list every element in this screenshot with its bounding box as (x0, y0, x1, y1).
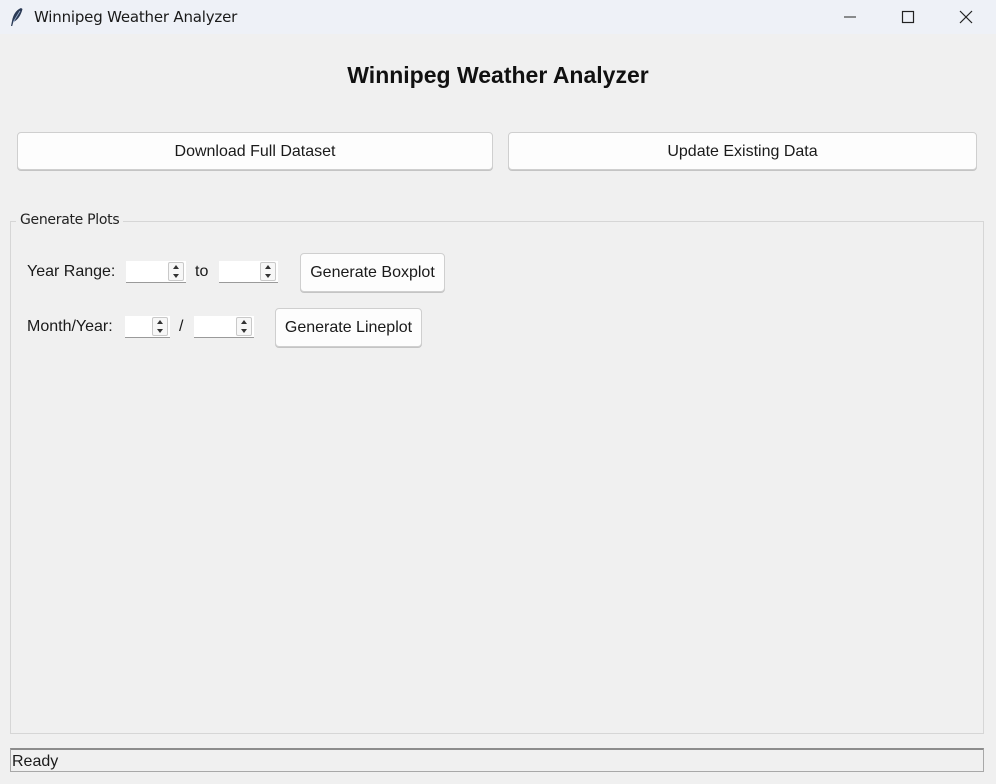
end-year-down-button[interactable] (261, 272, 275, 280)
generate-plots-group (10, 221, 984, 734)
start-year-spin-arrows (168, 262, 184, 281)
start-year-up-button[interactable] (169, 263, 183, 271)
end-year-up-button[interactable] (261, 263, 275, 271)
status-text: Ready (12, 753, 59, 770)
download-full-dataset-button[interactable]: Download Full Dataset (17, 132, 493, 170)
end-year-spin-arrows (260, 262, 276, 281)
arrow-up-icon (265, 265, 271, 269)
month-spin-arrows (152, 317, 168, 336)
close-icon (959, 10, 973, 24)
maximize-icon (901, 10, 915, 24)
slash-label: / (179, 318, 184, 335)
arrow-down-icon (173, 274, 179, 278)
generate-lineplot-button[interactable]: Generate Lineplot (275, 308, 422, 347)
month-down-button[interactable] (153, 327, 167, 335)
month-spinbox[interactable] (125, 316, 170, 338)
page-title: Winnipeg Weather Analyzer (347, 62, 649, 88)
year-spin-arrows (236, 317, 252, 336)
update-existing-data-button[interactable]: Update Existing Data (508, 132, 977, 170)
year-up-button[interactable] (237, 318, 251, 326)
arrow-down-icon (241, 329, 247, 333)
status-bar: Ready (10, 748, 984, 772)
month-up-button[interactable] (153, 318, 167, 326)
start-year-field[interactable] (126, 261, 168, 282)
feather-icon (9, 7, 25, 27)
window-title: Winnipeg Weather Analyzer (34, 8, 238, 26)
start-year-spinbox[interactable] (126, 261, 186, 283)
close-button[interactable] (937, 0, 995, 34)
minimize-icon (844, 16, 856, 18)
generate-boxplot-button[interactable]: Generate Boxplot (300, 253, 445, 292)
to-label: to (195, 263, 209, 280)
month-field[interactable] (125, 316, 152, 337)
maximize-button[interactable] (879, 0, 937, 34)
month-year-label: Month/Year: (27, 318, 113, 335)
minimize-button[interactable] (821, 0, 879, 34)
start-year-down-button[interactable] (169, 272, 183, 280)
year-field[interactable] (194, 316, 236, 337)
year-range-label: Year Range: (27, 263, 116, 280)
arrow-up-icon (241, 320, 247, 324)
title-bar: Winnipeg Weather Analyzer (0, 0, 996, 34)
arrow-up-icon (157, 320, 163, 324)
arrow-down-icon (265, 274, 271, 278)
arrow-down-icon (157, 329, 163, 333)
year-down-button[interactable] (237, 327, 251, 335)
generate-plots-label: Generate Plots (16, 212, 124, 228)
year-spinbox[interactable] (194, 316, 254, 338)
end-year-field[interactable] (219, 261, 260, 282)
arrow-up-icon (173, 265, 179, 269)
end-year-spinbox[interactable] (219, 261, 278, 283)
